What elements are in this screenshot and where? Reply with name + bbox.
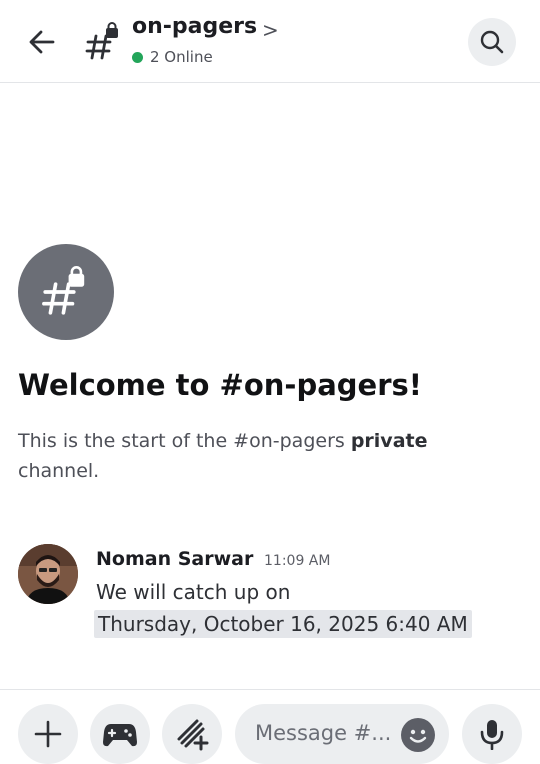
gamepad-icon bbox=[103, 724, 137, 747]
add-attachment-button[interactable] bbox=[18, 704, 78, 764]
channel-title[interactable]: on-pagers bbox=[132, 14, 257, 39]
welcome-desc-private: private bbox=[350, 430, 428, 452]
message-input[interactable]: Message #... bbox=[235, 704, 449, 764]
message-timestamp-mention[interactable]: Thursday, October 16, 2025 6:40 AM bbox=[94, 610, 472, 638]
chevron-right-icon[interactable]: > bbox=[262, 18, 279, 42]
activities-button[interactable] bbox=[90, 704, 150, 764]
welcome-title: Welcome to #on-pagers! bbox=[18, 368, 422, 402]
message-text: We will catch up on bbox=[96, 580, 291, 604]
arrow-left-icon bbox=[29, 30, 55, 54]
user-photo bbox=[18, 544, 78, 604]
apps-icon bbox=[177, 719, 209, 751]
search-button[interactable] bbox=[468, 18, 516, 66]
private-channel-icon bbox=[85, 22, 118, 60]
back-button[interactable] bbox=[24, 24, 60, 60]
welcome-description: This is the start of the #on-pagers priv… bbox=[18, 426, 508, 486]
avatar[interactable] bbox=[18, 544, 78, 604]
online-status: 2 Online bbox=[132, 48, 213, 66]
welcome-desc-text: This is the start of the #on-pagers bbox=[18, 430, 351, 452]
emoji-icon bbox=[409, 729, 427, 743]
search-icon bbox=[480, 30, 504, 54]
voice-message-button[interactable] bbox=[462, 704, 522, 764]
online-count: 2 Online bbox=[150, 48, 213, 66]
emoji-button[interactable] bbox=[401, 718, 435, 752]
online-dot-icon bbox=[132, 51, 143, 63]
microphone-icon bbox=[480, 720, 504, 750]
plus-icon bbox=[34, 720, 62, 748]
message-timestamp: 11:09 AM bbox=[264, 553, 331, 569]
channel-avatar bbox=[18, 244, 114, 340]
channel-header: on-pagers > 2 Online bbox=[0, 0, 540, 83]
welcome-desc-suffix: channel. bbox=[18, 460, 100, 482]
composer-divider bbox=[0, 689, 540, 690]
private-channel-icon bbox=[42, 266, 85, 315]
message-author[interactable]: Noman Sarwar bbox=[96, 548, 253, 570]
message-input-placeholder: Message #... bbox=[255, 721, 392, 745]
apps-button[interactable] bbox=[162, 704, 222, 764]
